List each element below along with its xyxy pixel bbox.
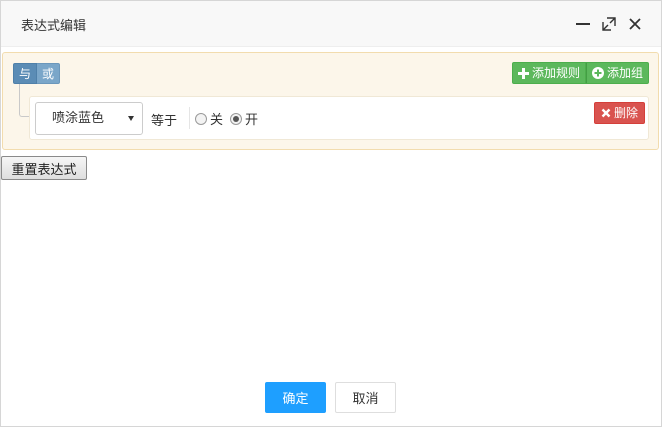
operator-label: 等于 <box>151 114 178 129</box>
chevron-down-icon <box>128 116 134 121</box>
radio-off-label: 关 <box>210 113 224 128</box>
cancel-button[interactable]: 取消 <box>335 382 396 413</box>
dialog-titlebar: 表达式编辑 <box>1 1 661 47</box>
add-rule-label: 添加规则 <box>531 66 580 80</box>
expression-editor-dialog: 表达式编辑 与 或 添加规则 添加组 喷涂蓝色 等于 关 开 删除 重置表达式 … <box>0 0 662 427</box>
radio-on-label: 开 <box>245 113 259 128</box>
reset-expression-button[interactable]: 重置表达式 <box>1 156 87 180</box>
rules-group-panel: 与 或 添加规则 添加组 喷涂蓝色 等于 关 开 删除 <box>2 52 659 150</box>
radio-off-circle[interactable] <box>195 112 207 125</box>
rule-row: 喷涂蓝色 等于 关 开 删除 <box>29 96 649 140</box>
add-group-label: 添加组 <box>606 66 643 80</box>
close-icon[interactable] <box>626 15 644 33</box>
radio-option-on[interactable]: 开 <box>230 109 258 128</box>
radio-option-off[interactable]: 关 <box>195 109 223 128</box>
plus-circle-icon <box>591 67 604 79</box>
minimize-icon[interactable] <box>574 15 592 33</box>
divider <box>189 107 190 129</box>
logic-or-button[interactable]: 或 <box>37 63 61 84</box>
add-group-button[interactable]: 添加组 <box>585 62 649 84</box>
delete-rule-button[interactable]: 删除 <box>593 102 645 124</box>
field-select[interactable]: 喷涂蓝色 <box>35 102 143 135</box>
dialog-title: 表达式编辑 <box>21 19 87 34</box>
plus-icon <box>517 67 529 79</box>
logic-toggle: 与 或 <box>13 63 61 84</box>
field-select-value: 喷涂蓝色 <box>52 111 105 126</box>
logic-and-button[interactable]: 与 <box>13 63 38 84</box>
times-icon <box>601 108 611 118</box>
add-actions: 添加规则 添加组 <box>511 62 649 84</box>
maximize-icon[interactable] <box>600 15 618 33</box>
delete-label: 删除 <box>613 106 638 120</box>
add-rule-button[interactable]: 添加规则 <box>511 62 586 84</box>
confirm-button[interactable]: 确定 <box>265 382 326 413</box>
radio-on-circle[interactable] <box>230 112 242 125</box>
